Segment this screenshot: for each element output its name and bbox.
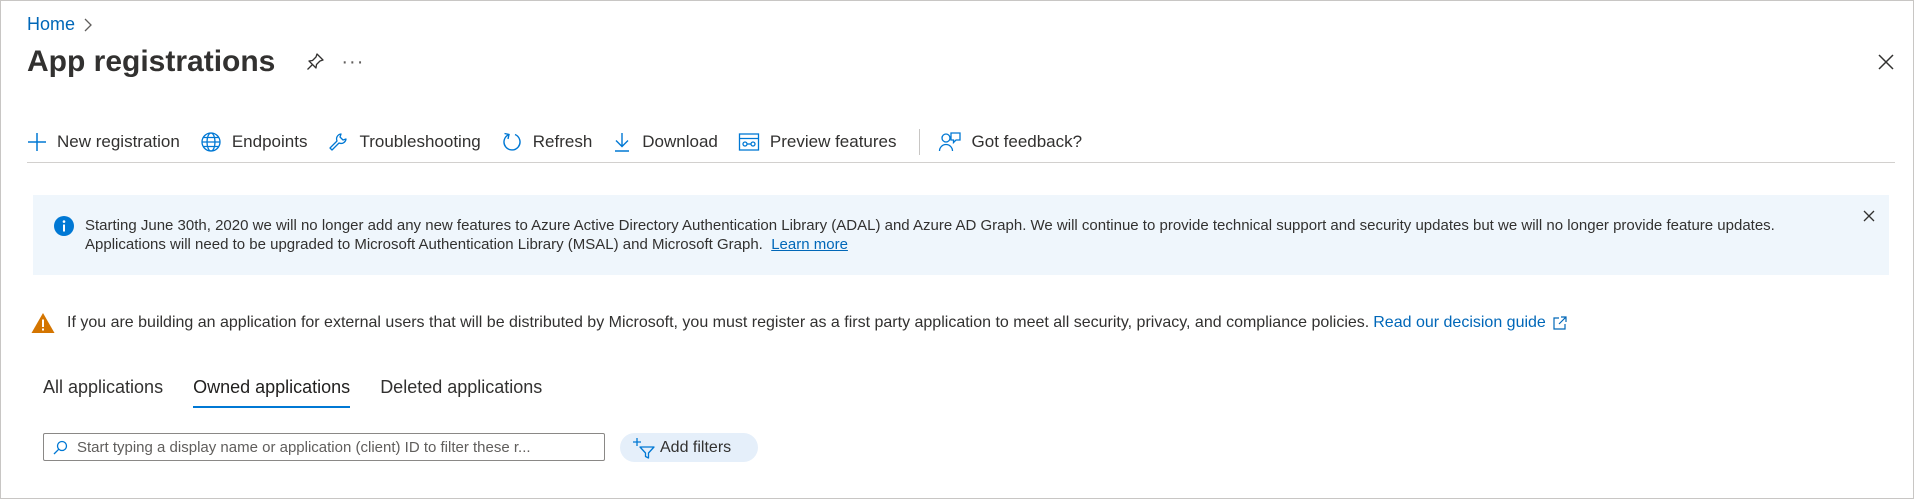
download-label: Download xyxy=(642,132,718,151)
search-icon xyxy=(53,440,68,454)
preview-features-button[interactable]: Preview features xyxy=(738,132,897,152)
external-link-icon xyxy=(1553,316,1567,330)
page-title: App registrations xyxy=(27,45,276,78)
refresh-button[interactable]: Refresh xyxy=(501,131,593,153)
new-registration-label: New registration xyxy=(57,132,180,151)
close-icon[interactable] xyxy=(1877,53,1895,76)
warning-text: If you are building an application for e… xyxy=(67,314,1370,331)
download-icon xyxy=(615,133,630,152)
endpoints-button[interactable]: Endpoints xyxy=(200,131,308,153)
search-box xyxy=(43,433,605,461)
app-window: Home App registrations ··· New registrat… xyxy=(0,0,1914,499)
add-filter-icon xyxy=(633,437,655,459)
decision-guide-link[interactable]: Read our decision guide xyxy=(1373,314,1568,332)
feedback-icon xyxy=(938,132,961,152)
toolbar-divider-line xyxy=(27,162,1895,163)
search-input[interactable] xyxy=(75,437,604,457)
app-tabs: All applications Owned applications Dele… xyxy=(43,377,572,408)
download-button[interactable]: Download xyxy=(612,131,718,153)
breadcrumb-home-link[interactable]: Home xyxy=(27,14,75,35)
warning-message: If you are building an application for e… xyxy=(31,312,1568,334)
info-banner-message: Starting June 30th, 2020 we will no long… xyxy=(85,216,1825,254)
got-feedback-button[interactable]: Got feedback? xyxy=(938,131,1083,153)
preview-features-icon xyxy=(738,133,760,151)
add-filters-button[interactable]: Add filters xyxy=(620,433,758,462)
preview-features-label: Preview features xyxy=(769,132,897,151)
got-feedback-label: Got feedback? xyxy=(971,132,1083,151)
page-header: App registrations ··· xyxy=(27,45,364,79)
learn-more-link[interactable]: Learn more xyxy=(771,236,848,253)
new-registration-button[interactable]: New registration xyxy=(27,132,180,152)
pin-icon[interactable] xyxy=(305,52,325,72)
decision-guide-label: Read our decision guide xyxy=(1373,314,1546,331)
refresh-icon xyxy=(503,132,521,151)
toolbar-divider xyxy=(918,129,920,155)
wrench-icon xyxy=(329,133,348,151)
chevron-right-icon xyxy=(83,18,93,32)
plus-icon xyxy=(28,133,46,151)
info-icon xyxy=(54,216,74,241)
command-bar: New registration Endpoints Troubleshooti… xyxy=(27,125,1895,159)
troubleshooting-button[interactable]: Troubleshooting xyxy=(327,131,481,153)
more-options-icon[interactable]: ··· xyxy=(341,51,364,74)
info-banner-line1: Starting June 30th, 2020 we will no long… xyxy=(85,217,1775,234)
endpoints-label: Endpoints xyxy=(231,132,308,151)
breadcrumb: Home xyxy=(27,14,93,35)
info-banner-line2: Applications will need to be upgraded to… xyxy=(85,236,763,253)
dismiss-banner-icon[interactable] xyxy=(1863,209,1875,227)
info-banner: Starting June 30th, 2020 we will no long… xyxy=(33,195,1889,275)
refresh-label: Refresh xyxy=(532,132,593,151)
globe-icon xyxy=(201,132,221,152)
tab-owned-applications[interactable]: Owned applications xyxy=(193,377,351,408)
tab-deleted-applications[interactable]: Deleted applications xyxy=(380,377,542,408)
troubleshooting-label: Troubleshooting xyxy=(359,132,481,151)
add-filters-label: Add filters xyxy=(660,438,732,456)
tab-all-applications[interactable]: All applications xyxy=(43,377,163,408)
warning-icon xyxy=(31,313,55,333)
